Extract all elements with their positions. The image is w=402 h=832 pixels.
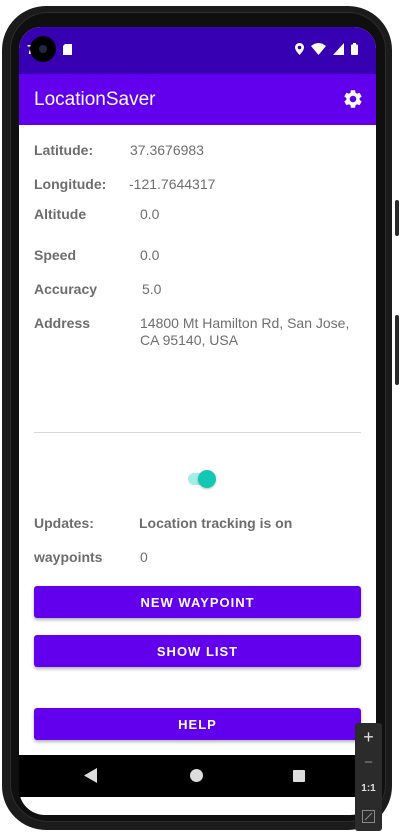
location-updates-switch[interactable] [186, 468, 220, 490]
app-title: LocationSaver [34, 89, 156, 110]
waypoints-label: waypoints [34, 549, 103, 565]
emulator-zoom-panel: + − 1:1 [355, 723, 382, 831]
longitude-label: Longitude: [34, 176, 107, 192]
battery-icon [351, 43, 358, 55]
status-bar: 7 [19, 27, 376, 74]
main-content: Latitude: 37.3676983 Longitude: -121.764… [19, 125, 376, 815]
device-frame: 7 [0, 0, 402, 832]
sd-card-icon [63, 44, 72, 55]
waypoints-value: 0 [140, 549, 148, 565]
address-value-line2: CA 95140, USA [140, 332, 239, 348]
speed-label: Speed [34, 247, 77, 263]
address-label: Address [34, 315, 91, 331]
updates-label: Updates: [34, 515, 94, 531]
latitude-label: Latitude: [34, 142, 94, 158]
accuracy-value: 5.0 [142, 281, 162, 297]
new-waypoint-button[interactable]: NEW WAYPOINT [34, 586, 361, 618]
navigation-bar [19, 755, 376, 797]
show-list-button[interactable]: SHOW LIST [34, 635, 361, 667]
volume-button [395, 315, 399, 385]
address-value-line1: 14800 Mt Hamilton Rd, San Jose, [140, 315, 350, 331]
home-icon[interactable] [190, 769, 203, 782]
status-icons [295, 43, 358, 55]
help-button[interactable]: HELP [34, 708, 361, 740]
fit-screen-icon[interactable] [362, 810, 375, 823]
accuracy-label: Accuracy [34, 281, 98, 297]
wifi-icon [311, 43, 326, 55]
zoom-out-button[interactable]: − [355, 754, 382, 771]
altitude-value: 0.0 [140, 206, 160, 222]
back-icon[interactable] [84, 768, 97, 783]
zoom-in-button[interactable]: + [355, 727, 382, 748]
app-bar: LocationSaver [19, 74, 376, 125]
power-button [395, 200, 399, 236]
latitude-value: 37.3676983 [130, 142, 204, 158]
switch-thumb [198, 470, 216, 488]
recents-icon[interactable] [293, 770, 305, 782]
divider [34, 432, 361, 433]
front-camera [30, 36, 56, 62]
phone-screen: 7 [19, 27, 376, 815]
altitude-label: Altitude [34, 206, 87, 222]
longitude-value: -121.7644317 [129, 176, 216, 192]
signal-icon [333, 43, 344, 55]
location-icon [295, 43, 304, 55]
one-to-one-button[interactable]: 1:1 [355, 783, 382, 794]
updates-value: Location tracking is on [139, 515, 293, 531]
gear-icon[interactable] [342, 88, 364, 110]
speed-value: 0.0 [140, 247, 160, 263]
